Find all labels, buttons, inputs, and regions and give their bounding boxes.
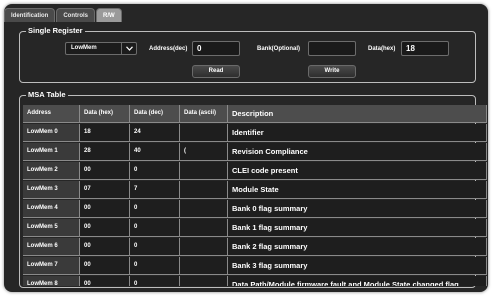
cell-data-ascii — [180, 181, 228, 199]
cell-data-hex: 00 — [80, 257, 130, 275]
cell-address: LowMem 3 — [23, 181, 80, 199]
cell-data-ascii — [180, 200, 228, 218]
data-input[interactable]: 18 — [401, 41, 449, 56]
cell-data-hex: 00 — [80, 200, 130, 218]
table-row[interactable]: LowMem 7 00 0 Bank 3 flag summary — [23, 257, 487, 275]
cell-data-dec: 0 — [130, 200, 180, 218]
msa-table: Address Data (hex) Data (dec) Data (asci… — [23, 105, 487, 286]
tab-bar: Identification Controls R/W — [4, 8, 123, 22]
cell-data-hex: 00 — [80, 276, 130, 286]
table-row[interactable]: LowMem 5 00 0 Bank 1 flag summary — [23, 219, 487, 237]
cell-data-dec: 0 — [130, 219, 180, 237]
table-row[interactable]: LowMem 0 18 24 Identifier — [23, 124, 487, 142]
cell-description: Data Path/Module firmware fault and Modu… — [228, 276, 487, 286]
single-register-title: Single Register — [26, 26, 85, 36]
table-row[interactable]: LowMem 2 00 0 CLEI code present — [23, 162, 487, 180]
table-row[interactable]: LowMem 3 07 7 Module State — [23, 181, 487, 199]
cell-data-ascii — [180, 219, 228, 237]
cell-address: LowMem 6 — [23, 238, 80, 256]
cell-description: Revision Compliance — [228, 143, 487, 161]
tab-rw[interactable]: R/W — [96, 8, 122, 22]
cell-description: Bank 3 flag summary — [228, 257, 487, 275]
address-label: Address(dec) — [149, 46, 188, 52]
cell-data-ascii — [180, 124, 228, 142]
cell-data-dec: 40 — [130, 143, 180, 161]
cell-description: Module State — [228, 181, 487, 199]
column-header-description[interactable]: Description — [228, 105, 487, 123]
bank-label: Bank(Optional) — [257, 46, 300, 52]
cell-address: LowMem 2 — [23, 162, 80, 180]
table-row[interactable]: LowMem 6 00 0 Bank 2 flag summary — [23, 238, 487, 256]
cell-data-hex: 28 — [80, 143, 130, 161]
cell-data-dec: 0 — [130, 276, 180, 286]
cell-description: Identifier — [228, 124, 487, 142]
cell-address: LowMem 0 — [23, 124, 80, 142]
cell-data-dec: 0 — [130, 257, 180, 275]
cell-data-ascii — [180, 257, 228, 275]
tab-controls[interactable]: Controls — [56, 8, 96, 22]
chevron-down-icon[interactable] — [121, 43, 136, 54]
cell-description: Bank 1 flag summary — [228, 219, 487, 237]
cell-description: Bank 2 flag summary — [228, 238, 487, 256]
cell-description: CLEI code present — [228, 162, 487, 180]
cell-data-ascii: ( — [180, 143, 228, 161]
application-window: Identification Controls R/W Single Regis… — [4, 4, 488, 292]
cell-address: LowMem 5 — [23, 219, 80, 237]
cell-address: LowMem 1 — [23, 143, 80, 161]
table-header-row: Address Data (hex) Data (dec) Data (asci… — [23, 105, 487, 123]
cell-data-dec: 0 — [130, 238, 180, 256]
tab-identification[interactable]: Identification — [4, 8, 56, 22]
table-row[interactable]: LowMem 1 28 40 ( Revision Compliance — [23, 143, 487, 161]
bank-input[interactable] — [308, 41, 356, 56]
read-button[interactable]: Read — [192, 65, 240, 78]
cell-data-ascii — [180, 276, 228, 286]
cell-data-dec: 0 — [130, 162, 180, 180]
cell-data-hex: 00 — [80, 238, 130, 256]
address-input[interactable]: 0 — [192, 41, 240, 56]
column-header-data-dec[interactable]: Data (dec) — [130, 105, 180, 123]
data-label: Data(hex) — [368, 46, 396, 52]
table-row[interactable]: LowMem 4 00 0 Bank 0 flag summary — [23, 200, 487, 218]
cell-data-dec: 7 — [130, 181, 180, 199]
page-select[interactable]: LowMem — [65, 42, 137, 55]
column-header-data-ascii[interactable]: Data (ascii) — [180, 105, 228, 123]
single-register-group: Single Register LowMem Address(dec) 0 Ba… — [19, 26, 476, 83]
cell-data-hex: 18 — [80, 124, 130, 142]
cell-data-hex: 00 — [80, 162, 130, 180]
cell-address: LowMem 4 — [23, 200, 80, 218]
cell-data-hex: 07 — [80, 181, 130, 199]
table-row[interactable]: LowMem 8 00 0 Data Path/Module firmware … — [23, 276, 487, 286]
cell-address: LowMem 7 — [23, 257, 80, 275]
cell-data-hex: 00 — [80, 219, 130, 237]
column-header-address[interactable]: Address — [23, 105, 80, 123]
cell-data-ascii — [180, 162, 228, 180]
write-button[interactable]: Write — [308, 65, 356, 78]
msa-table-title: MSA Table — [26, 90, 68, 100]
cell-description: Bank 0 flag summary — [228, 200, 487, 218]
cell-address: LowMem 8 — [23, 276, 80, 286]
cell-data-ascii — [180, 238, 228, 256]
cell-data-dec: 24 — [130, 124, 180, 142]
column-header-data-hex[interactable]: Data (hex) — [80, 105, 130, 123]
page-select-value: LowMem — [71, 45, 97, 51]
msa-table-group: MSA Table Address Data (hex) Data (dec) … — [19, 90, 487, 288]
